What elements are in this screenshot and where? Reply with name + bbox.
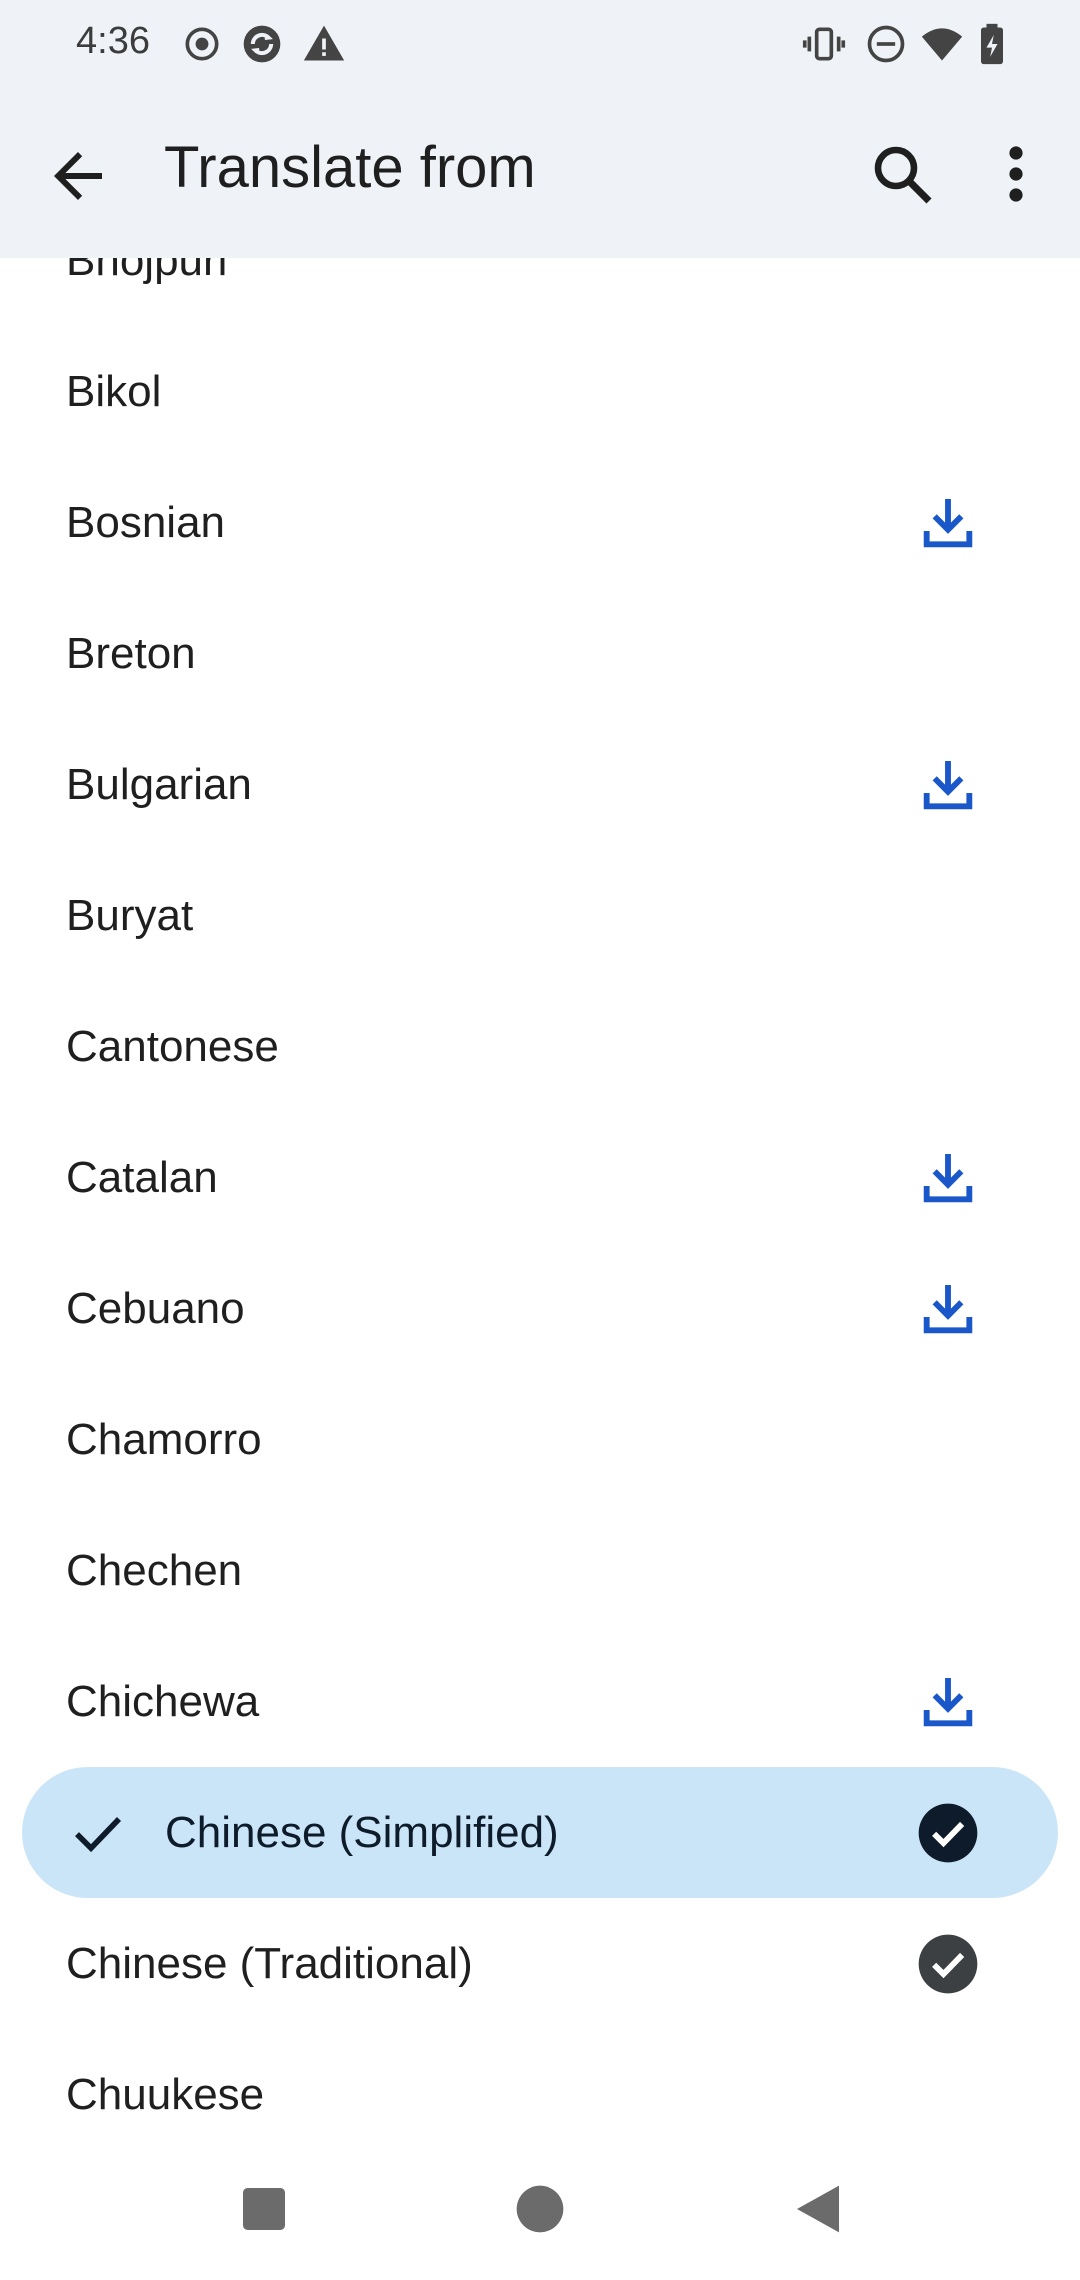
language-label: Chichewa xyxy=(66,1677,260,1726)
vibrate-icon xyxy=(802,27,846,61)
language-item[interactable]: Bulgarian xyxy=(0,719,1080,850)
language-label: Buryat xyxy=(66,891,194,940)
more-options-icon[interactable] xyxy=(988,138,1044,210)
back-triangle-icon[interactable] xyxy=(790,2181,846,2237)
record-icon xyxy=(185,27,219,61)
language-label: Chinese (Traditional) xyxy=(66,1939,473,1988)
warning-icon xyxy=(303,25,345,61)
downloaded-check-icon[interactable] xyxy=(916,1932,980,1996)
language-label: Bikol xyxy=(66,367,162,416)
check-icon xyxy=(75,1817,122,1853)
download-icon[interactable] xyxy=(916,753,980,817)
language-item[interactable]: Chichewa xyxy=(0,1636,1080,1767)
wifi-icon xyxy=(921,28,963,61)
language-label: Chechen xyxy=(66,1546,243,1595)
battery-charging-icon xyxy=(981,23,1003,65)
app-bar: Translate from xyxy=(0,88,1080,258)
language-item[interactable]: Buryat xyxy=(0,850,1080,981)
search-icon[interactable] xyxy=(866,138,938,210)
screen: 4:36 Translate from Bhojpuri Bikol Bosni… xyxy=(0,0,1080,2280)
language-item[interactable]: Catalan xyxy=(0,1112,1080,1243)
language-item[interactable]: Chinese (Traditional) xyxy=(0,1898,1080,2029)
sync-icon xyxy=(243,25,281,63)
language-item[interactable]: Bosnian xyxy=(0,457,1080,588)
downloaded-check-icon[interactable] xyxy=(916,1801,980,1865)
language-label: Bulgarian xyxy=(66,760,252,809)
recents-icon[interactable] xyxy=(236,2181,292,2237)
page-title: Translate from xyxy=(164,135,536,200)
download-icon[interactable] xyxy=(916,1146,980,1210)
language-item[interactable]: Chinese (Simplified) xyxy=(0,1767,1080,1898)
status-time: 4:36 xyxy=(76,20,150,62)
language-item[interactable]: Bikol xyxy=(0,326,1080,457)
language-label: Bhojpuri xyxy=(66,258,228,285)
back-button[interactable] xyxy=(42,140,114,212)
language-item[interactable]: Chamorro xyxy=(0,1374,1080,1505)
home-icon[interactable] xyxy=(512,2181,568,2237)
download-icon[interactable] xyxy=(916,1670,980,1734)
language-label: Catalan xyxy=(66,1153,218,1202)
navigation-bar xyxy=(0,2135,1080,2280)
status-bar: 4:36 xyxy=(0,0,1080,88)
language-label: Breton xyxy=(66,629,196,678)
language-label: Cebuano xyxy=(66,1284,245,1333)
language-item[interactable]: Breton xyxy=(0,588,1080,719)
language-label: Chinese (Simplified) xyxy=(165,1808,559,1857)
download-icon[interactable] xyxy=(916,1277,980,1341)
do-not-disturb-icon xyxy=(867,25,905,63)
language-item[interactable]: Cantonese xyxy=(0,981,1080,1112)
language-list: Bhojpuri Bikol Bosnian Breton Bulgarian Burya… xyxy=(0,258,1080,2135)
language-label: Cantonese xyxy=(66,1022,279,1071)
language-label: Chuukese xyxy=(66,2070,265,2119)
language-label: Bosnian xyxy=(66,498,226,547)
language-item[interactable]: Chuukese xyxy=(0,2029,1080,2135)
language-item[interactable]: Chechen xyxy=(0,1505,1080,1636)
language-item[interactable]: Bhojpuri xyxy=(0,258,1080,326)
download-icon[interactable] xyxy=(916,491,980,555)
language-label: Chamorro xyxy=(66,1415,262,1464)
language-item[interactable]: Cebuano xyxy=(0,1243,1080,1374)
